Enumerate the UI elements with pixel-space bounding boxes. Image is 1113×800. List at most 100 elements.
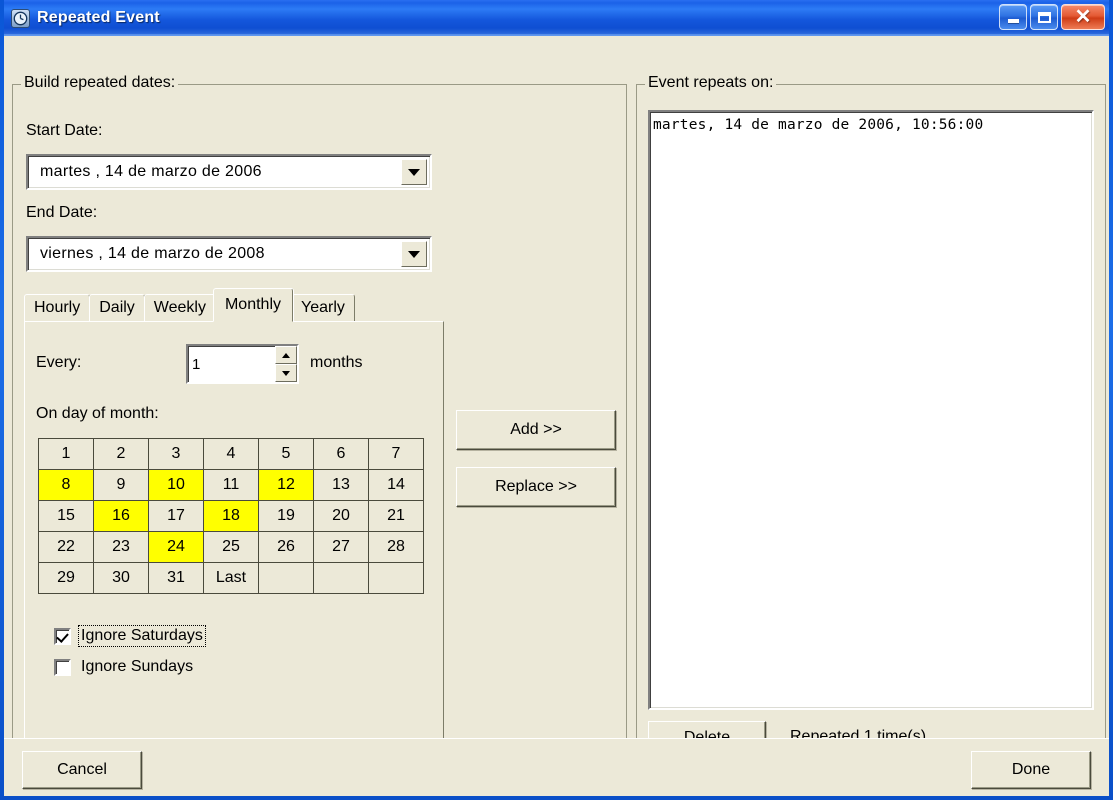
tab-weekly[interactable]: Weekly — [143, 294, 216, 322]
day-cell[interactable]: 13 — [313, 469, 369, 501]
tab-weekly-label: Weekly — [153, 299, 206, 316]
day-cell[interactable]: 5 — [258, 438, 314, 470]
day-cell[interactable]: 1 — [38, 438, 94, 470]
start-date-value: martes , 14 de marzo de 2006 — [40, 163, 262, 180]
day-grid-row: 29 30 31 Last — [38, 562, 424, 594]
day-cell[interactable]: 10 — [148, 469, 204, 501]
chevron-down-icon — [408, 168, 420, 176]
repeat-group-legend: Event repeats on: — [645, 74, 777, 92]
ignore-sundays-checkbox[interactable] — [54, 658, 71, 676]
minimize-button[interactable] — [999, 4, 1027, 30]
day-cell-empty — [258, 562, 314, 594]
day-cell[interactable]: 20 — [313, 500, 369, 532]
day-cell[interactable]: 18 — [203, 500, 259, 532]
minimize-icon — [1007, 19, 1019, 23]
every-label: Every: — [36, 354, 82, 371]
day-cell[interactable]: 2 — [93, 438, 149, 470]
tab-hourly[interactable]: Hourly — [24, 294, 91, 322]
chevron-down-icon — [408, 250, 420, 258]
replace-button[interactable]: Replace >> — [456, 467, 616, 507]
list-item[interactable]: martes, 14 de marzo de 2006, 10:56:00 — [653, 116, 1089, 135]
stepper-down-button[interactable] — [275, 364, 297, 382]
day-cell[interactable]: 29 — [38, 562, 94, 594]
close-icon: ✕ — [1074, 6, 1092, 28]
day-cell[interactable]: 12 — [258, 469, 314, 501]
day-of-month-grid[interactable]: 1 2 3 4 5 6 7 8 9 10 11 12 13 14 15 16 17 18 19 20 21 22 23 24 2… — [38, 438, 424, 594]
day-cell[interactable]: 7 — [368, 438, 424, 470]
day-grid-row: 22 23 24 25 26 27 28 — [38, 531, 424, 563]
day-cell[interactable]: 28 — [368, 531, 424, 563]
done-button-label: Done — [1011, 761, 1051, 778]
tab-yearly[interactable]: Yearly — [291, 294, 355, 322]
close-button[interactable]: ✕ — [1061, 4, 1105, 30]
day-cell[interactable]: 8 — [38, 469, 94, 501]
day-grid-row: 15 16 17 18 19 20 21 — [38, 500, 424, 532]
day-grid-row: 1234567 — [38, 438, 424, 470]
tab-yearly-label: Yearly — [301, 299, 345, 316]
end-date-value: viernes , 14 de marzo de 2008 — [40, 245, 265, 262]
end-date-dropdown-arrow[interactable] — [401, 241, 427, 267]
day-cell[interactable]: 25 — [203, 531, 259, 563]
tab-daily[interactable]: Daily — [89, 294, 145, 322]
start-date-label: Start Date: — [26, 122, 103, 139]
day-cell[interactable]: 19 — [258, 500, 314, 532]
cancel-button[interactable]: Cancel — [22, 751, 142, 789]
day-cell[interactable]: 3 — [148, 438, 204, 470]
chevron-down-icon — [282, 370, 290, 376]
ignore-sundays-row[interactable]: Ignore Sundays — [54, 657, 195, 677]
day-cell[interactable]: 6 — [313, 438, 369, 470]
add-button[interactable]: Add >> — [456, 410, 616, 450]
tab-strip: Hourly Daily Weekly Monthly Yearly — [24, 288, 355, 322]
on-day-of-month-label: On day of month: — [36, 405, 159, 422]
every-months-value[interactable]: 1 — [188, 346, 275, 382]
maximize-button[interactable] — [1030, 4, 1058, 30]
tab-daily-label: Daily — [99, 299, 135, 316]
every-unit-label: months — [310, 354, 363, 371]
day-cell[interactable]: 17 — [148, 500, 204, 532]
tab-monthly[interactable]: Monthly — [212, 288, 293, 322]
day-cell[interactable]: 9 — [93, 469, 149, 501]
day-grid-row: 8 9 10 11 12 13 14 — [38, 469, 424, 501]
day-cell[interactable]: 21 — [368, 500, 424, 532]
day-cell[interactable]: 11 — [203, 469, 259, 501]
day-cell[interactable]: 30 — [93, 562, 149, 594]
day-cell[interactable]: 4 — [203, 438, 259, 470]
tab-monthly-label: Monthly — [224, 296, 281, 313]
title-bar[interactable]: Repeated Event ✕ — [4, 0, 1109, 36]
start-date-dropdown-arrow[interactable] — [401, 159, 427, 185]
ignore-saturdays-checkbox[interactable] — [54, 627, 71, 645]
day-cell[interactable]: 22 — [38, 531, 94, 563]
day-cell[interactable]: 24 — [148, 531, 204, 563]
tab-hourly-label: Hourly — [34, 299, 81, 316]
window-title: Repeated Event — [37, 9, 160, 26]
clock-icon — [11, 8, 30, 28]
maximize-icon — [1037, 11, 1051, 23]
build-group-legend: Build repeated dates: — [21, 74, 179, 92]
start-date-combobox[interactable]: martes , 14 de marzo de 2006 — [26, 154, 432, 190]
cancel-button-label: Cancel — [57, 761, 107, 778]
ignore-saturdays-label: Ignore Saturdays — [78, 625, 206, 647]
day-cell[interactable]: 31 — [148, 562, 204, 594]
day-cell[interactable]: 27 — [313, 531, 369, 563]
chevron-up-icon — [282, 352, 290, 358]
day-grid-body: 1 2 3 4 5 6 7 8 9 10 11 12 13 14 15 16 17 18 19 20 21 22 23 24 2… — [38, 438, 424, 594]
event-repeats-listbox[interactable]: martes, 14 de marzo de 2006, 10:56:00 — [648, 110, 1094, 710]
done-button[interactable]: Done — [971, 751, 1091, 789]
day-cell[interactable]: 23 — [93, 531, 149, 563]
caption-buttons: ✕ — [999, 4, 1105, 30]
day-cell[interactable]: Last — [203, 562, 259, 594]
day-cell[interactable]: 16 — [93, 500, 149, 532]
day-cell[interactable]: 26 — [258, 531, 314, 563]
day-cell[interactable]: 14 — [368, 469, 424, 501]
ignore-saturdays-row[interactable]: Ignore Saturdays — [54, 625, 206, 647]
end-date-label: End Date: — [26, 204, 98, 221]
every-months-stepper[interactable]: 1 — [186, 344, 299, 384]
day-cell-empty — [368, 562, 424, 594]
ignore-sundays-label: Ignore Sundays — [81, 658, 194, 675]
day-cell[interactable]: 15 — [38, 500, 94, 532]
stepper-up-button[interactable] — [275, 346, 297, 364]
repeated-event-window: Repeated Event ✕ Build repeated dates: S… — [0, 0, 1113, 800]
end-date-combobox[interactable]: viernes , 14 de marzo de 2008 — [26, 236, 432, 272]
day-cell-empty — [313, 562, 369, 594]
replace-button-label: Replace >> — [495, 478, 577, 495]
